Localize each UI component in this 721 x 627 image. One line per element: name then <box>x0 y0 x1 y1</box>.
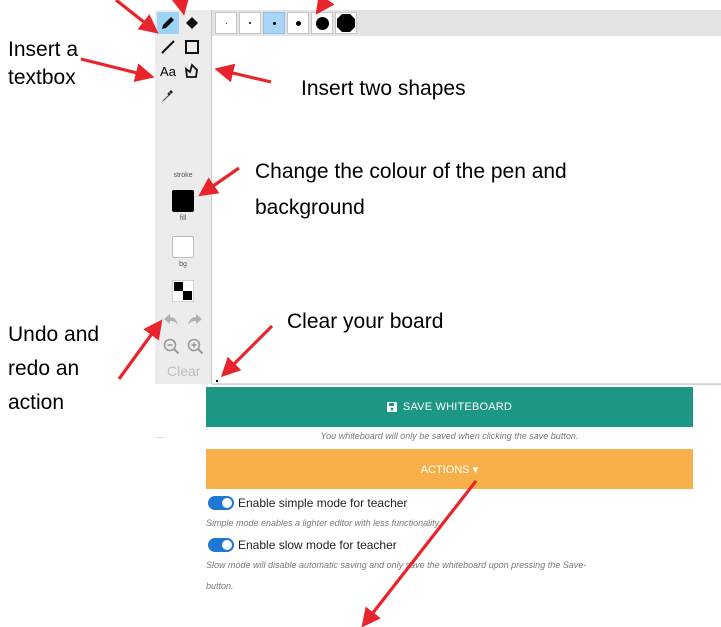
canvas-shadow <box>212 383 721 386</box>
brush-size-6[interactable] <box>335 12 357 34</box>
arrow-to-eraser <box>170 0 190 16</box>
divider <box>155 437 165 438</box>
clear-button[interactable]: Clear <box>167 363 200 379</box>
polygon-icon <box>184 63 198 78</box>
save-label: SAVE WHITEBOARD <box>402 401 513 413</box>
simple-mode-label: Enable simple mode for teacher <box>238 496 408 510</box>
floppy-disk-icon <box>386 402 397 412</box>
zoom-out-icon <box>163 338 180 355</box>
brush-size-4[interactable] <box>287 12 309 34</box>
pencil-icon <box>162 17 174 29</box>
slow-mode-note-line1: Slow mode will disable automatic saving … <box>206 560 587 570</box>
arrow-to-pencil <box>115 0 159 34</box>
rectangle-icon <box>185 40 199 54</box>
dot-icon <box>225 22 227 24</box>
textbox-annotation: Insert a textbox <box>8 38 79 89</box>
swap-colors-button[interactable] <box>171 279 195 303</box>
arrow-to-brush-size <box>315 0 335 15</box>
shapes-annotation: Insert two shapes <box>301 77 466 100</box>
redo-button[interactable] <box>187 313 203 332</box>
save-note: You whiteboard will only be saved when c… <box>320 431 579 441</box>
line-icon <box>161 40 175 54</box>
fill-label: fill <box>179 215 187 222</box>
brush-size-3[interactable] <box>263 12 285 34</box>
line-tool[interactable] <box>157 36 179 58</box>
dot-icon <box>249 22 251 24</box>
dot-icon <box>295 20 301 26</box>
undo-annotation: Undo and redo an action <box>8 323 100 414</box>
text-tool-label: Aa <box>160 63 176 79</box>
bg-color-swatch[interactable] <box>172 236 194 258</box>
dot-icon <box>315 16 329 30</box>
brush-size-5[interactable] <box>311 12 333 34</box>
eyedropper-icon <box>162 90 173 102</box>
simple-mode-note: Simple mode enables a lighter editor wit… <box>206 518 441 528</box>
eraser-icon <box>186 17 198 29</box>
arrow-to-undo <box>117 319 163 380</box>
brush-size-2[interactable] <box>239 12 261 34</box>
stroke-color-swatch[interactable] <box>172 190 194 212</box>
polygon-tool[interactable] <box>181 60 203 82</box>
canvas-marker <box>216 380 218 382</box>
arrow-to-textbox <box>80 57 155 83</box>
zoom-in-icon <box>187 338 204 355</box>
clear-annotation: Clear your board <box>287 310 444 333</box>
slow-mode-note-line2: button. <box>206 581 234 591</box>
rectangle-tool[interactable] <box>181 36 203 58</box>
eraser-tool[interactable] <box>181 12 203 34</box>
slow-mode-toggle[interactable] <box>208 538 234 552</box>
eyedropper-tool[interactable] <box>157 84 179 106</box>
dot-icon <box>272 21 276 25</box>
bg-label: bg <box>179 261 187 268</box>
zoom-out-button[interactable] <box>163 338 180 360</box>
save-whiteboard-button[interactable]: SAVE WHITEBOARD <box>206 387 693 427</box>
stroke-label: stroke <box>173 172 193 179</box>
undo-icon <box>164 314 178 325</box>
pencil-tool[interactable] <box>157 12 179 34</box>
slow-mode-label: Enable slow mode for teacher <box>238 538 397 552</box>
colour-annotation: Change the colour of the pen and backgrou… <box>255 160 567 219</box>
text-tool[interactable]: Aa <box>157 60 179 82</box>
actions-dropdown-button[interactable]: ACTIONS ▾ <box>206 449 693 489</box>
octagon-icon <box>337 14 355 32</box>
undo-button[interactable] <box>163 313 179 332</box>
simple-mode-toggle[interactable] <box>208 496 234 510</box>
redo-icon <box>188 314 202 325</box>
zoom-in-button[interactable] <box>187 338 204 360</box>
tool-sidebar: Aa stroke fill bg Clear <box>155 10 212 384</box>
brush-size-1[interactable] <box>215 12 237 34</box>
checker-icon <box>171 279 195 303</box>
actions-label: ACTIONS ▾ <box>420 463 479 476</box>
